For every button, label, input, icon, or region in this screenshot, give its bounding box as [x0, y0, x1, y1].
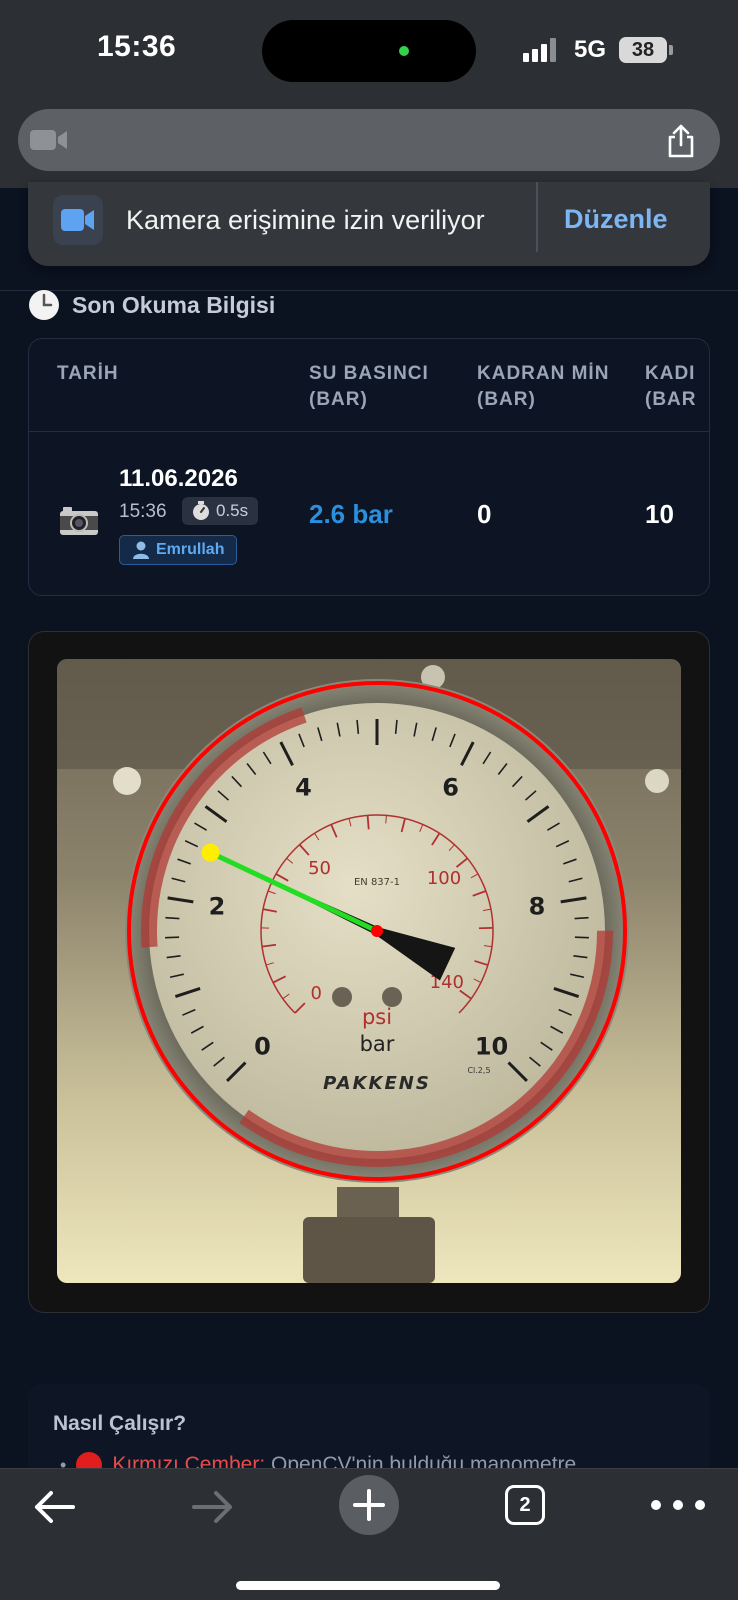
back-arrow-icon[interactable]: [33, 1487, 77, 1527]
bar-scale-label: 2: [209, 893, 226, 921]
duration-badge: 0.5s: [182, 497, 259, 525]
status-bar: 15:36 5G 38: [0, 0, 738, 100]
battery-tip: [669, 45, 673, 55]
accuracy-class-label: Cl.2,5: [467, 1066, 490, 1075]
user-badge: Emrullah: [119, 535, 238, 565]
more-icon[interactable]: [650, 1499, 706, 1511]
video-camera-icon[interactable]: [30, 128, 68, 152]
reading-table: TARİH SU BASINCI (BAR) KADRAN MİN (BAR) …: [28, 338, 710, 596]
status-time: 15:36: [97, 30, 177, 63]
camera-permission-banner: Kamera erişimine izin veriliyor Düzenle: [28, 182, 710, 266]
bar-scale-tick: [574, 916, 589, 920]
user-name: Emrullah: [156, 541, 225, 558]
how-it-works-title: Nasıl Çalışır?: [53, 1412, 187, 1435]
needle-tip-marker: [201, 843, 220, 862]
psi-scale-tick: [385, 815, 387, 824]
dial-max-value: 10: [645, 499, 674, 529]
psi-scale-tick: [366, 815, 370, 830]
bar-scale-label: 10: [475, 1033, 508, 1061]
camera-in-use-indicator: [399, 46, 409, 56]
psi-scale-label: 100: [427, 868, 461, 889]
pressure-value: 2.6 bar: [309, 499, 393, 529]
psi-scale-label: 0: [310, 983, 321, 1004]
psi-scale-label: 50: [308, 858, 331, 879]
gauge-photo: 0 2 4 6 8 10 0 50 100 140 EN 837-1 psi bar PAKKE…: [57, 659, 681, 1283]
permission-message: Kamera erişimine izin veriliyor: [126, 205, 485, 235]
banner-divider: [536, 182, 538, 252]
ceiling-light: [113, 767, 141, 795]
column-header-pressure: SU BASINCI (BAR): [309, 363, 429, 410]
cellular-signal-icon: [523, 38, 561, 62]
reading-time: 15:36: [119, 501, 167, 522]
gauge-nut: [303, 1217, 435, 1283]
section-title: Son Okuma Bilgisi: [72, 291, 276, 318]
url-bar[interactable]: [18, 109, 720, 171]
column-header-dial-min: KADRAN MİN (BAR): [477, 363, 610, 410]
dial-min-value: 0: [477, 499, 492, 529]
browser-bottom-bar: 2: [0, 1468, 738, 1600]
permission-camera-badge: [53, 195, 103, 245]
stopwatch-icon: [193, 501, 209, 520]
bar-scale-label: 4: [295, 774, 312, 802]
new-tab-button[interactable]: [339, 1475, 399, 1535]
bar-unit-label: bar: [360, 1032, 395, 1056]
column-header-dial-max: KADI (BAR: [645, 363, 697, 410]
gauge-screw: [382, 987, 402, 1007]
bar-scale-label: 0: [254, 1033, 271, 1061]
browser-toolbar: [0, 100, 738, 188]
gauge-screw: [332, 987, 352, 1007]
reading-date: 11.06.2026: [119, 465, 238, 492]
bar-scale-label: 8: [529, 893, 546, 921]
gauge-illustration: 024 6810 050 100140 EN 837-1 psi bar PAKKE…: [57, 659, 681, 1283]
column-header-date: TARİH: [57, 363, 119, 384]
duration-value: 0.5s: [216, 501, 249, 520]
tabs-button[interactable]: 2: [505, 1485, 545, 1525]
video-camera-icon: [61, 209, 94, 231]
brand-label: PAKKENS: [323, 1073, 431, 1094]
psi-unit-label: psi: [362, 1005, 392, 1029]
clock-icon: [29, 290, 59, 320]
bar-scale-label: 6: [442, 774, 459, 802]
last-reading-header: Son Okuma Bilgisi: [28, 288, 275, 322]
user-icon: [133, 541, 149, 559]
dynamic-island: [262, 20, 476, 82]
network-type: 5G: [574, 36, 607, 63]
standard-label: EN 837-1: [354, 877, 400, 888]
table-header-divider: [29, 431, 709, 432]
bar-scale-tick: [165, 916, 180, 920]
home-indicator[interactable]: [236, 1581, 500, 1590]
ceiling-light: [645, 769, 669, 793]
gauge-center-marker: [371, 925, 383, 937]
camera-icon: [60, 507, 98, 535]
plus-icon: [353, 1489, 385, 1521]
gauge-image-card: 0 2 4 6 8 10 0 50 100 140 EN 837-1 psi bar PAKKE…: [28, 631, 710, 1313]
permission-edit-button[interactable]: Düzenle: [564, 204, 668, 235]
battery-icon: 38: [619, 37, 667, 63]
forward-arrow-icon[interactable]: [190, 1487, 234, 1527]
share-icon[interactable]: [664, 124, 698, 158]
